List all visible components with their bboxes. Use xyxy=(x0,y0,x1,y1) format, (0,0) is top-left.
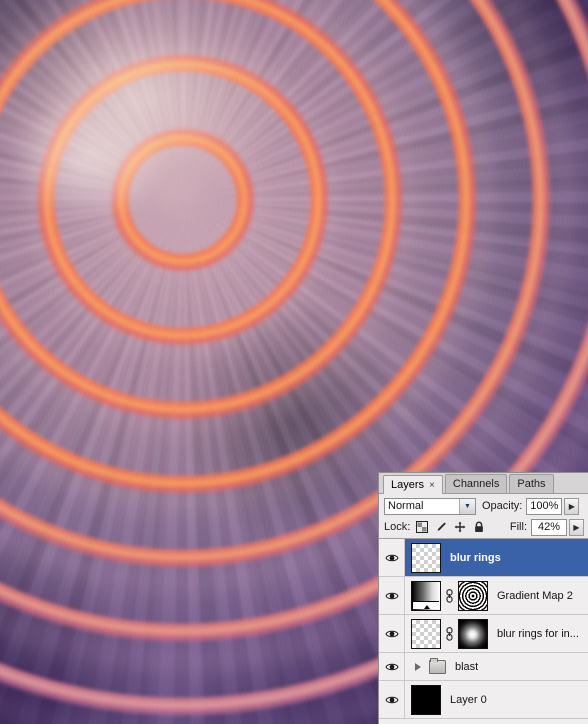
layer-thumbnail[interactable] xyxy=(411,684,441,715)
lock-fill-row: Lock: Fill: 42% ▶ xyxy=(379,516,588,538)
layer-thumbnail[interactable] xyxy=(411,580,441,611)
opacity-spinner[interactable]: ▶ xyxy=(564,497,580,515)
folder-icon xyxy=(429,657,446,674)
blend-mode-value: Normal xyxy=(388,500,424,512)
lock-move-icon[interactable] xyxy=(454,521,466,533)
blend-opacity-row: Normal ▼ Opacity: 100% ▶ xyxy=(379,494,588,516)
layers-panel: Layers × Channels Paths Normal ▼ Opacity:… xyxy=(378,472,588,724)
chevron-down-icon[interactable]: ▼ xyxy=(459,498,475,514)
layer-thumbnails[interactable] xyxy=(405,580,488,611)
screenshot-root: Layers × Channels Paths Normal ▼ Opacity:… xyxy=(0,0,588,724)
eye-icon xyxy=(384,663,399,670)
eye-icon xyxy=(384,592,399,599)
layer-mask-thumbnail[interactable] xyxy=(458,618,488,649)
tab-layers-label: Layers xyxy=(391,479,425,491)
table-row[interactable]: blur rings xyxy=(379,539,588,577)
lock-paint-icon[interactable] xyxy=(435,521,447,533)
link-icon[interactable] xyxy=(445,588,454,603)
lock-label: Lock: xyxy=(384,521,411,533)
table-row[interactable]: Layer 0 xyxy=(379,681,588,719)
layer-visibility-toggle[interactable] xyxy=(379,653,405,680)
layer-mask-thumbnail[interactable] xyxy=(458,580,488,611)
layer-thumbnails[interactable] xyxy=(405,684,441,715)
tab-layers[interactable]: Layers × xyxy=(383,475,443,494)
opacity-label: Opacity: xyxy=(482,500,523,512)
lock-all-icon[interactable] xyxy=(473,521,485,533)
opacity-input[interactable]: 100% xyxy=(526,497,563,515)
lock-transparency-icon[interactable] xyxy=(416,521,429,533)
table-row[interactable]: blast xyxy=(379,653,588,681)
fill-label: Fill: xyxy=(509,521,527,533)
eye-icon xyxy=(384,554,399,561)
layer-visibility-toggle[interactable] xyxy=(379,615,405,652)
fill-input[interactable]: 42% xyxy=(531,518,567,536)
panel-tabbar: Layers × Channels Paths xyxy=(379,473,588,494)
layer-name[interactable]: blur rings xyxy=(450,552,501,564)
fill-spinner[interactable]: ▶ xyxy=(569,518,584,536)
layer-thumbnails[interactable] xyxy=(405,618,488,649)
lock-icon-group xyxy=(416,521,485,533)
tab-channels[interactable]: Channels xyxy=(444,474,508,493)
layer-visibility-toggle[interactable] xyxy=(379,539,405,576)
close-icon[interactable]: × xyxy=(429,480,435,491)
layer-name[interactable]: blast xyxy=(455,661,478,673)
layer-name[interactable]: Layer 0 xyxy=(450,694,487,706)
layer-thumbnail[interactable] xyxy=(411,542,441,573)
eye-icon xyxy=(384,696,399,703)
link-icon[interactable] xyxy=(445,626,454,641)
layer-thumbnails[interactable] xyxy=(405,542,441,573)
layer-name[interactable]: Gradient Map 2 xyxy=(497,590,573,602)
table-row[interactable]: Gradient Map 2 xyxy=(379,577,588,615)
layer-name[interactable]: blur rings for in... xyxy=(497,628,579,640)
layer-visibility-toggle[interactable] xyxy=(379,577,405,614)
eye-icon xyxy=(384,630,399,637)
chevron-right-icon[interactable] xyxy=(415,662,421,671)
layer-list[interactable]: blur rings Gradient Map 2 blur rings for… xyxy=(379,538,588,724)
tab-paths[interactable]: Paths xyxy=(509,474,554,493)
table-row[interactable]: blur rings for in... xyxy=(379,615,588,653)
layer-thumbnail[interactable] xyxy=(411,618,441,649)
blend-mode-select[interactable]: Normal ▼ xyxy=(384,497,476,515)
layer-visibility-toggle[interactable] xyxy=(379,681,405,718)
